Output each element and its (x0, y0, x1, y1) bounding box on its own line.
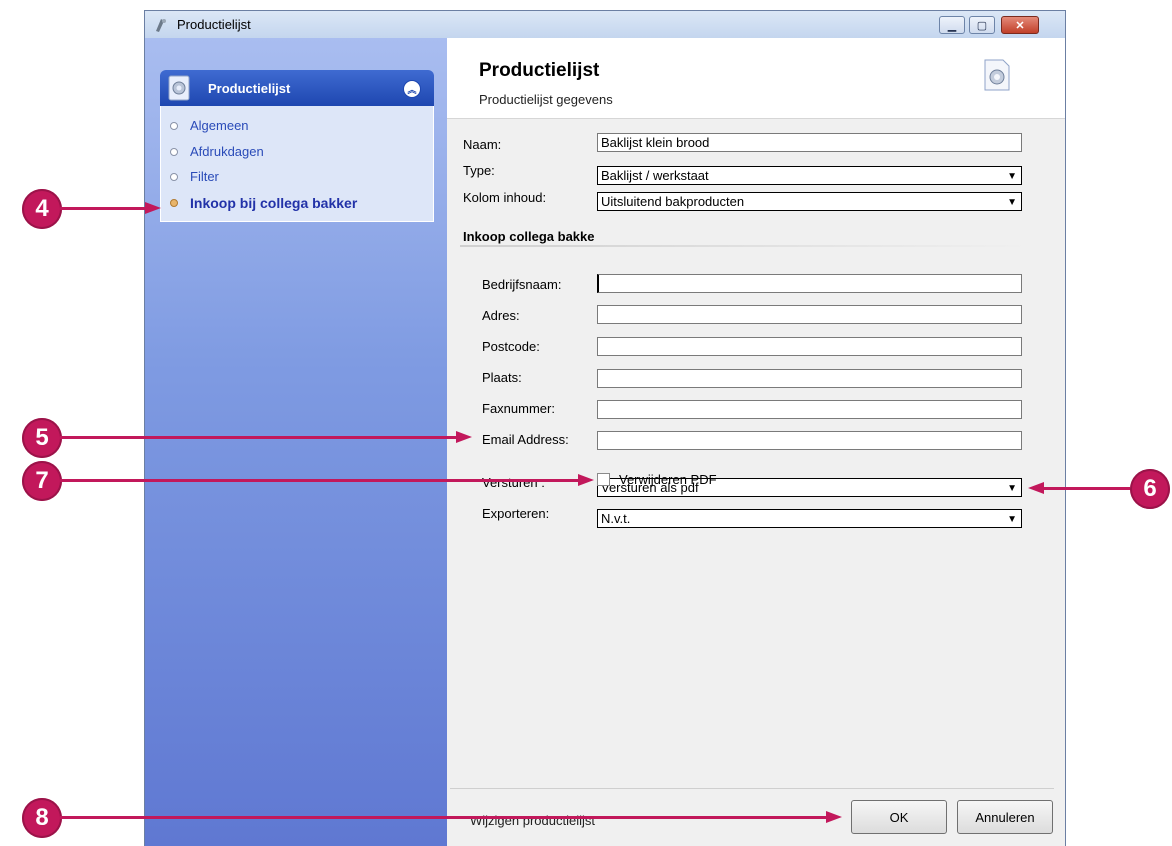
arrow-head-icon (145, 202, 161, 214)
callout-badge-6: 6 (1130, 469, 1170, 509)
page-subtitle: Productielijst gegevens (479, 92, 613, 107)
collapse-chevron-icon[interactable]: ︽ (403, 80, 421, 98)
callout-arrow-4 (60, 207, 152, 210)
callout-arrow-8 (60, 816, 830, 819)
faxnummer-label: Faxnummer: (482, 401, 555, 416)
verwijderen-pdf-label[interactable]: Verwijderen PDF (619, 472, 717, 487)
sidebar-group-header[interactable] (160, 70, 434, 106)
callout-arrow-5 (60, 436, 460, 439)
sidebar-item-label: Afdrukdagen (190, 144, 264, 159)
sidebar-item-algemeen[interactable]: Algemeen (170, 118, 249, 133)
callout-arrow-6 (1040, 487, 1130, 490)
callout-badge-5: 5 (22, 418, 62, 458)
naam-label: Naam: (463, 137, 502, 152)
plaats-input[interactable] (597, 369, 1022, 388)
footer-divider (450, 788, 1054, 789)
bullet-icon (170, 172, 178, 181)
callout-arrow-7 (60, 479, 582, 482)
adres-label: Adres: (482, 308, 520, 323)
callout-badge-8: 8 (22, 798, 62, 838)
bullet-icon (170, 199, 178, 207)
ok-button[interactable]: OK (851, 800, 947, 834)
close-button[interactable]: ✕ (1001, 16, 1039, 34)
page-title: Productielijst (479, 60, 600, 81)
sidebar-item-filter[interactable]: Filter (170, 169, 219, 184)
naam-input[interactable]: Baklijst klein brood (597, 133, 1022, 152)
postcode-label: Postcode: (482, 339, 540, 354)
arrow-head-icon (826, 811, 842, 823)
annuleren-button[interactable]: Annuleren (957, 800, 1053, 834)
versturen-label: Versturen : (482, 475, 545, 490)
exporteren-select-value: N.v.t. (601, 511, 631, 526)
dropdown-arrow-icon[interactable]: ▼ (1007, 169, 1017, 184)
section-title: Inkoop collega bakke (463, 229, 595, 244)
title-bar[interactable]: Productielijst ▁ ▢ ✕ (145, 11, 1065, 39)
app-icon (156, 19, 166, 32)
type-select[interactable]: Baklijst / werkstaat ▼ (597, 166, 1022, 185)
bullet-icon (170, 147, 178, 156)
sidebar-item-label: Inkoop bij collega bakker (190, 195, 358, 211)
dropdown-arrow-icon[interactable]: ▼ (1007, 512, 1017, 527)
bullet-icon (170, 121, 178, 130)
dropdown-arrow-icon[interactable]: ▼ (1007, 481, 1017, 496)
sidebar-group-title: Productielijst (208, 81, 291, 96)
gear-document-icon (984, 59, 1010, 91)
sidebar-item-label: Filter (190, 169, 219, 184)
email-address-input[interactable] (597, 431, 1022, 450)
dropdown-arrow-icon[interactable]: ▼ (1007, 195, 1017, 210)
kolom-inhoud-select[interactable]: Uitsluitend bakproducten ▼ (597, 192, 1022, 211)
plaats-label: Plaats: (482, 370, 522, 385)
minimize-button[interactable]: ▁ (939, 16, 965, 34)
arrow-head-icon (456, 431, 472, 443)
bedrijfsnaam-label: Bedrijfsnaam: (482, 277, 562, 292)
postcode-input[interactable] (597, 337, 1022, 356)
type-label: Type: (463, 163, 495, 178)
callout-badge-7: 7 (22, 461, 62, 501)
bedrijfsnaam-input[interactable] (597, 274, 1022, 293)
type-select-value: Baklijst / werkstaat (601, 168, 709, 183)
window-title: Productielijst (177, 17, 251, 32)
annuleren-label: Annuleren (975, 809, 1035, 825)
verwijderen-pdf-checkbox[interactable] (597, 473, 610, 486)
arrow-head-icon (578, 474, 594, 486)
kolom-inhoud-label: Kolom inhoud: (463, 190, 547, 205)
sidebar-item-afdrukdagen[interactable]: Afdrukdagen (170, 144, 264, 159)
sidebar-item-inkoop[interactable]: Inkoop bij collega bakker (170, 195, 358, 211)
kolom-inhoud-select-value: Uitsluitend bakproducten (601, 194, 745, 209)
maximize-button[interactable]: ▢ (969, 16, 995, 34)
exporteren-select[interactable]: N.v.t. ▼ (597, 509, 1022, 528)
exporteren-label: Exporteren: (482, 506, 550, 521)
callout-badge-4: 4 (22, 189, 62, 229)
faxnummer-input[interactable] (597, 400, 1022, 419)
adres-input[interactable] (597, 305, 1022, 324)
sidebar-item-label: Algemeen (190, 118, 249, 133)
arrow-head-icon (1028, 482, 1044, 494)
email-address-label: Email Address: (482, 432, 569, 447)
section-divider (460, 245, 1030, 247)
gear-document-icon (168, 75, 190, 101)
